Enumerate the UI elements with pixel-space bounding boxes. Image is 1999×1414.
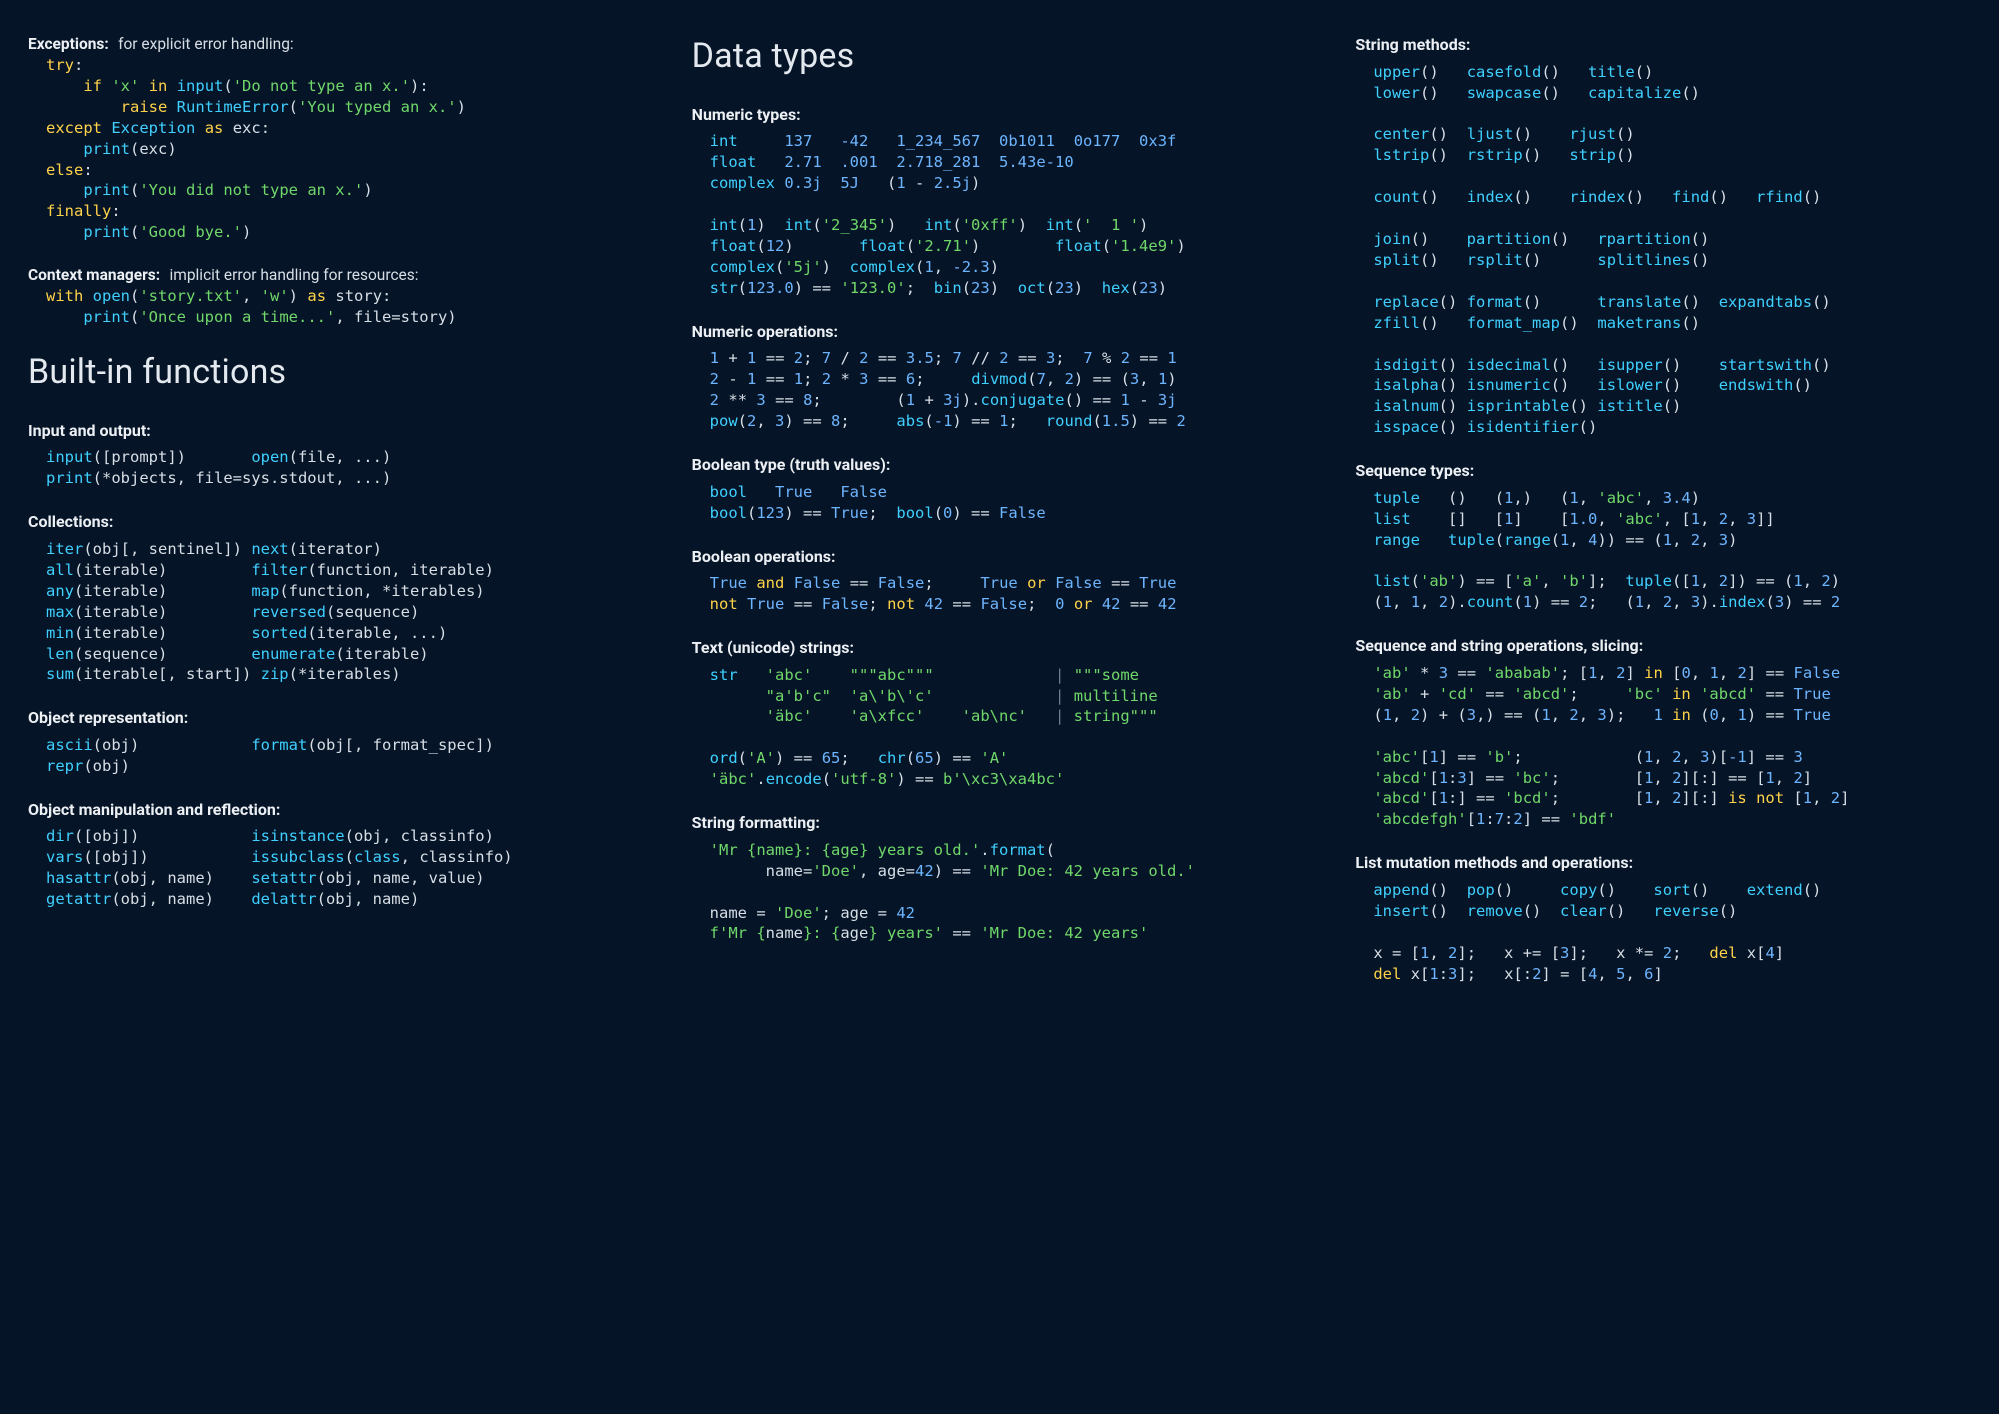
section-label: Sequence types: (1355, 460, 1971, 482)
section-label: Input and output: (28, 420, 644, 442)
section-label: String methods: (1355, 34, 1971, 56)
section-label: Collections: (28, 511, 644, 533)
section-label: Exceptions: for explicit error handling: (28, 34, 644, 55)
code-block: try: if 'x' in input('Do not type an x.'… (46, 55, 644, 243)
code-block: bool True False bool(123) == True; bool(… (710, 482, 1308, 524)
section-label: Boolean type (truth values): (692, 454, 1308, 476)
datatypes-heading: Data types (692, 34, 1308, 80)
section-label: Context managers: implicit error handlin… (28, 265, 644, 286)
section-label: Boolean operations: (692, 546, 1308, 568)
code-block: ascii(obj) format(obj[, format_spec]) re… (46, 735, 644, 777)
section: Sequence and string operations, slicing:… (1355, 635, 1971, 830)
section: String methods: upper() casefold() title(… (1355, 34, 1971, 438)
code-block: 'ab' * 3 == 'ababab'; [1, 2] in [0, 1, 2… (1373, 663, 1971, 830)
column-1: Exceptions: for explicit error handling:… (28, 34, 644, 1386)
code-block: append() pop() copy() sort() extend() in… (1373, 880, 1971, 985)
code-block: upper() casefold() title() lower() swapc… (1373, 62, 1971, 439)
section: Numeric types: int 137 -42 1_234_567 0b10… (692, 104, 1308, 299)
section-label: Object representation: (28, 707, 644, 729)
column-3: String methods: upper() casefold() title(… (1355, 34, 1971, 1386)
builtins-heading: Built-in functions (28, 350, 644, 396)
column-2: Data types Numeric types: int 137 -42 1_2… (692, 34, 1308, 1386)
section: Exceptions: for explicit error handling:… (28, 34, 644, 243)
section-label: Numeric types: (692, 104, 1308, 126)
section: Boolean operations: True and False == Fal… (692, 546, 1308, 615)
section: Object manipulation and reflection: dir([… (28, 799, 644, 910)
section-label: Object manipulation and reflection: (28, 799, 644, 821)
code-block: 1 + 1 == 2; 7 / 2 == 3.5; 7 // 2 == 3; 7… (710, 348, 1308, 432)
section-label: Numeric operations: (692, 321, 1308, 343)
section: Sequence types: tuple () (1,) (1, 'abc', … (1355, 460, 1971, 613)
section: Text (unicode) strings: str 'abc' """abc"… (692, 637, 1308, 790)
section: Context managers: implicit error handlin… (28, 265, 644, 328)
section: Boolean type (truth values): bool True Fa… (692, 454, 1308, 523)
code-block: int 137 -42 1_234_567 0b1011 0o177 0x3f … (710, 131, 1308, 298)
code-block: dir([obj]) isinstance(obj, classinfo) va… (46, 826, 644, 910)
section-label: String formatting: (692, 812, 1308, 834)
section: Numeric operations: 1 + 1 == 2; 7 / 2 == … (692, 321, 1308, 432)
section: Input and output: input([prompt]) open(fi… (28, 420, 644, 489)
code-block: iter(obj[, sentinel]) next(iterator) all… (46, 539, 644, 685)
cheatsheet-page: Exceptions: for explicit error handling:… (0, 0, 1999, 1414)
section-label: Sequence and string operations, slicing: (1355, 635, 1971, 657)
section: String formatting: 'Mr {name}: {age} year… (692, 812, 1308, 944)
code-block: 'Mr {name}: {age} years old.'.format( na… (710, 840, 1308, 945)
code-block: True and False == False; True or False =… (710, 573, 1308, 615)
code-block: str 'abc' """abc""" | """some "a'b'c" 'a… (710, 665, 1308, 791)
section: List mutation methods and operations: app… (1355, 852, 1971, 984)
code-block: tuple () (1,) (1, 'abc', 3.4) list [] [1… (1373, 488, 1971, 614)
code-block: input([prompt]) open(file, ...) print(*o… (46, 447, 644, 489)
section-label: List mutation methods and operations: (1355, 852, 1971, 874)
code-block: with open('story.txt', 'w') as story: pr… (46, 286, 644, 328)
section-label: Text (unicode) strings: (692, 637, 1308, 659)
section: Collections: iter(obj[, sentinel]) next(i… (28, 511, 644, 685)
section: Object representation: ascii(obj) format(… (28, 707, 644, 776)
